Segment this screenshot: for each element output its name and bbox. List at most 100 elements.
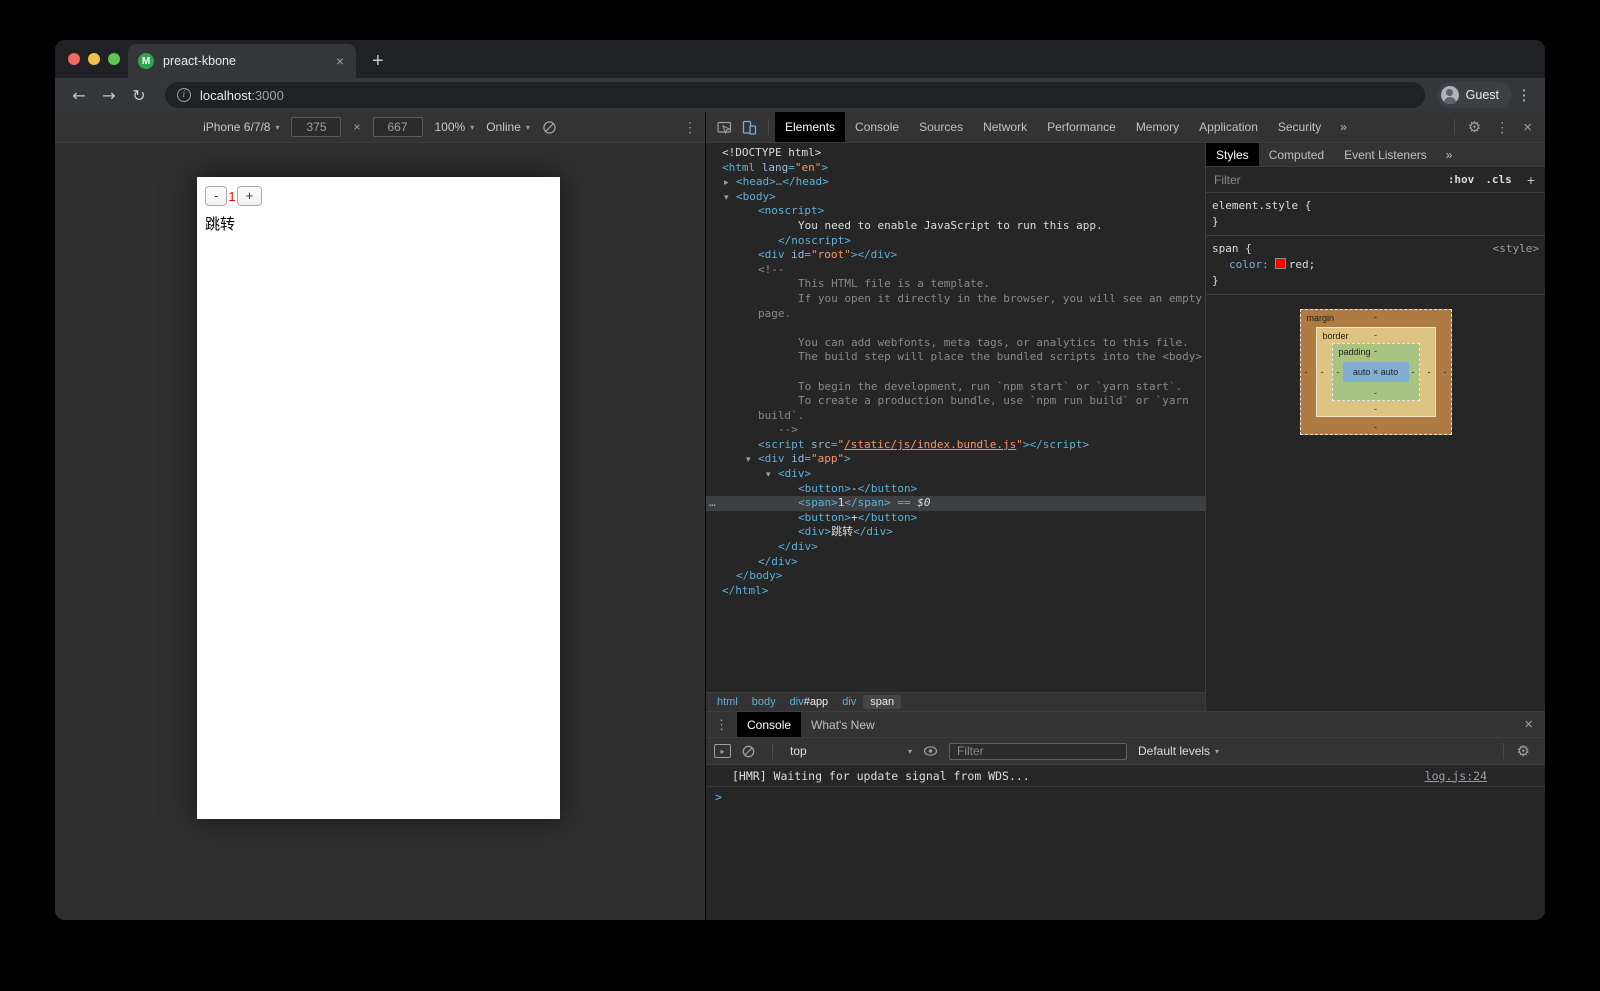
tree-row[interactable]: …<span>1</span> == $0 <box>706 496 1205 511</box>
tree-row[interactable]: This HTML file is a template. <box>706 277 1205 292</box>
browser-menu-icon[interactable]: ⋮ <box>1513 86 1535 104</box>
clear-console-icon[interactable] <box>742 745 755 758</box>
console-log-source-link[interactable]: log.js:24 <box>1425 769 1487 783</box>
browser-tab[interactable]: M preact-kbone × <box>128 44 356 78</box>
console-sidebar-toggle-icon[interactable]: ▸ <box>714 744 731 758</box>
tree-row[interactable]: <button>+</button> <box>706 511 1205 526</box>
device-select[interactable]: iPhone 6/7/8▾ <box>203 120 279 134</box>
devtools-tab-network[interactable]: Network <box>973 112 1037 142</box>
plus-button[interactable]: + <box>237 186 263 206</box>
tree-row[interactable]: </noscript> <box>706 234 1205 249</box>
devtools-menu-icon[interactable]: ⋮ <box>1488 119 1516 136</box>
tree-row[interactable]: </div> <box>706 555 1205 570</box>
span-style-rule[interactable]: span {<style> color:red; } <box>1206 236 1545 295</box>
minus-button[interactable]: - <box>205 186 227 206</box>
collapse-icon[interactable]: ▾ <box>746 453 751 468</box>
tree-row[interactable]: To create a production bundle, use `npm … <box>706 394 1205 409</box>
tree-row[interactable]: build`. <box>706 409 1205 424</box>
class-toggle[interactable]: .cls <box>1485 173 1512 186</box>
device-width-input[interactable]: 375 <box>291 117 341 137</box>
tree-row[interactable]: The build step will place the bundled sc… <box>706 350 1205 365</box>
tree-row[interactable]: You need to enable JavaScript to run thi… <box>706 219 1205 234</box>
site-info-icon[interactable]: i <box>177 88 191 102</box>
tree-row[interactable]: --> <box>706 423 1205 438</box>
tree-row[interactable]: <!-- <box>706 263 1205 278</box>
tree-row[interactable]: </html> <box>706 584 1205 599</box>
log-levels-select[interactable]: Default levels▾ <box>1138 744 1219 758</box>
element-style-rule[interactable]: element.style { } <box>1206 193 1545 236</box>
tree-row[interactable]: page. <box>706 307 1205 322</box>
styles-tab-styles[interactable]: Styles <box>1206 143 1259 166</box>
tree-row[interactable]: ▾<div> <box>706 467 1205 482</box>
zoom-select[interactable]: 100%▾ <box>435 120 475 134</box>
devtools-tab-elements[interactable]: Elements <box>775 112 845 142</box>
breadcrumb-item[interactable]: div <box>835 695 863 709</box>
devtools-tab-console[interactable]: Console <box>845 112 909 142</box>
devtools-tab-application[interactable]: Application <box>1189 112 1268 142</box>
styles-filter-input[interactable]: Filter <box>1214 173 1437 187</box>
breadcrumb-item[interactable]: body <box>745 695 783 709</box>
devtools-tab-memory[interactable]: Memory <box>1126 112 1189 142</box>
tree-row[interactable]: </body> <box>706 569 1205 584</box>
rotate-icon[interactable] <box>542 120 557 135</box>
tree-row[interactable]: ▸<head>…</head> <box>706 175 1205 190</box>
console-settings-gear-icon[interactable]: ⚙ <box>1510 742 1537 760</box>
back-icon[interactable]: ← <box>65 86 93 105</box>
rule-source-link[interactable]: <style> <box>1493 241 1539 257</box>
device-height-input[interactable]: 667 <box>373 117 423 137</box>
tree-row[interactable]: ▾<body> <box>706 190 1205 205</box>
console-tab-what-s-new[interactable]: What's New <box>801 712 885 737</box>
breadcrumb-item[interactable]: span <box>863 695 901 709</box>
devtools-tab-performance[interactable]: Performance <box>1037 112 1126 142</box>
devtools-tab-security[interactable]: Security <box>1268 112 1331 142</box>
tree-row[interactable]: <div id="root"></div> <box>706 248 1205 263</box>
tree-row[interactable]: <script src="/static/js/index.bundle.js"… <box>706 438 1205 453</box>
tab-close-icon[interactable]: × <box>334 53 346 69</box>
profile-button[interactable]: Guest <box>1437 82 1511 108</box>
throttling-select[interactable]: Online▾ <box>486 120 530 134</box>
tree-row[interactable]: ▾<div id="app"> <box>706 452 1205 467</box>
color-swatch[interactable] <box>1275 258 1286 269</box>
new-tab-button[interactable]: + <box>372 51 384 71</box>
settings-gear-icon[interactable]: ⚙ <box>1461 118 1488 136</box>
devtools-close-icon[interactable]: × <box>1516 119 1539 136</box>
drawer-close-icon[interactable]: × <box>1518 716 1539 733</box>
close-window-button[interactable] <box>68 53 80 65</box>
tree-row[interactable]: </div> <box>706 540 1205 555</box>
maximize-window-button[interactable] <box>108 53 120 65</box>
expand-icon[interactable]: ▸ <box>724 176 729 191</box>
live-expression-eye-icon[interactable] <box>923 745 938 757</box>
tree-row[interactable]: <noscript> <box>706 204 1205 219</box>
tree-row[interactable]: <div>跳转</div> <box>706 525 1205 540</box>
node-options-icon[interactable]: … <box>709 496 716 511</box>
console-tab-console[interactable]: Console <box>737 712 801 737</box>
address-bar[interactable]: i localhost:3000 <box>165 82 1425 108</box>
collapse-icon[interactable]: ▾ <box>766 468 771 483</box>
tree-row[interactable] <box>706 365 1205 380</box>
tree-row[interactable]: <!DOCTYPE html> <box>706 146 1205 161</box>
console-prompt[interactable]: > <box>706 787 1545 807</box>
reload-icon[interactable]: ↻ <box>125 86 153 105</box>
styles-more-tabs-button[interactable]: » <box>1437 148 1462 162</box>
tree-row[interactable]: If you open it directly in the browser, … <box>706 292 1205 307</box>
tree-row[interactable]: You can add webfonts, meta tags, or anal… <box>706 336 1205 351</box>
tree-row[interactable]: To begin the development, run `npm start… <box>706 380 1205 395</box>
console-context-select[interactable]: top▾ <box>790 744 912 758</box>
tree-row[interactable] <box>706 321 1205 336</box>
tree-row[interactable]: <button>-</button> <box>706 482 1205 497</box>
breadcrumb-item[interactable]: div#app <box>783 695 836 709</box>
styles-tab-computed[interactable]: Computed <box>1259 143 1334 166</box>
forward-icon[interactable]: → <box>95 86 123 105</box>
styles-tab-event-listeners[interactable]: Event Listeners <box>1334 143 1437 166</box>
tree-row[interactable]: <html lang="en"> <box>706 161 1205 176</box>
pseudo-state-toggle[interactable]: :hov <box>1448 173 1475 186</box>
console-filter-input[interactable]: Filter <box>949 743 1127 760</box>
breadcrumb-item[interactable]: html <box>710 695 745 709</box>
more-tabs-button[interactable]: » <box>1331 120 1356 134</box>
device-toolbar-menu-icon[interactable]: ⋮ <box>683 119 697 136</box>
new-style-rule-button[interactable]: + <box>1523 172 1537 188</box>
devtools-tab-sources[interactable]: Sources <box>909 112 973 142</box>
minimize-window-button[interactable] <box>88 53 100 65</box>
drawer-menu-icon[interactable]: ⋮ <box>706 717 737 733</box>
inspect-element-icon[interactable] <box>712 120 737 135</box>
